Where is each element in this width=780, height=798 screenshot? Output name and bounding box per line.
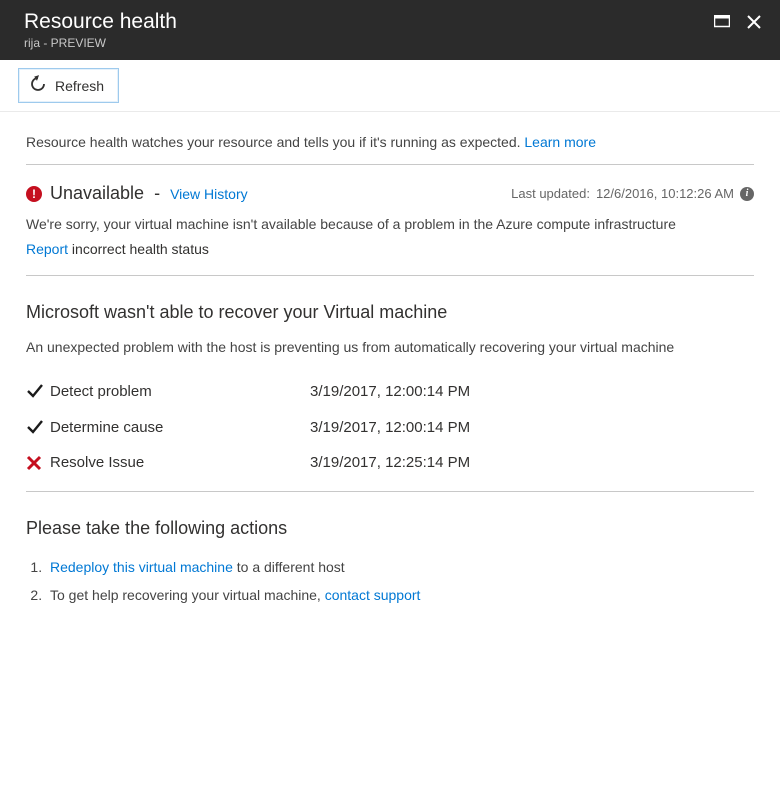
step-label: Detect problem: [50, 383, 310, 400]
page-subtitle: rija - PREVIEW: [24, 36, 177, 50]
alert-icon: !: [26, 186, 42, 202]
action-link[interactable]: Redeploy this virtual machine: [50, 559, 233, 575]
info-icon[interactable]: i: [740, 187, 754, 201]
recovery-step: Determine cause3/19/2017, 12:00:14 PM: [26, 418, 754, 436]
refresh-button[interactable]: Refresh: [18, 68, 119, 103]
actions-title: Please take the following actions: [26, 518, 754, 539]
toolbar: Refresh: [0, 60, 780, 112]
close-icon[interactable]: [746, 14, 762, 33]
check-icon: [26, 382, 50, 400]
step-timestamp: 3/19/2017, 12:00:14 PM: [310, 383, 470, 400]
report-link[interactable]: Report: [26, 241, 68, 257]
refresh-label: Refresh: [55, 78, 104, 94]
restore-window-icon[interactable]: [714, 15, 730, 32]
check-icon: [26, 418, 50, 436]
intro-text: Resource health watches your resource an…: [26, 128, 754, 164]
recovery-step: Detect problem3/19/2017, 12:00:14 PM: [26, 382, 754, 400]
action-item: To get help recovering your virtual mach…: [46, 581, 754, 609]
report-line: Report incorrect health status: [26, 241, 754, 257]
step-timestamp: 3/19/2017, 12:00:14 PM: [310, 419, 470, 436]
recovery-step: Resolve Issue3/19/2017, 12:25:14 PM: [26, 454, 754, 471]
last-updated-value: 12/6/2016, 10:12:26 AM: [596, 186, 734, 201]
blade-header: Resource health rija - PREVIEW: [0, 0, 780, 60]
recovery-description: An unexpected problem with the host is p…: [26, 337, 754, 358]
cross-icon: [26, 455, 50, 471]
page-title: Resource health: [24, 10, 177, 34]
action-item: Redeploy this virtual machine to a diffe…: [46, 553, 754, 581]
step-label: Resolve Issue: [50, 454, 310, 471]
status-state: Unavailable: [50, 183, 144, 204]
step-timestamp: 3/19/2017, 12:25:14 PM: [310, 454, 470, 471]
refresh-icon: [29, 75, 47, 96]
last-updated-label: Last updated:: [511, 186, 590, 201]
learn-more-link[interactable]: Learn more: [524, 134, 596, 150]
recovery-title: Microsoft wasn't able to recover your Vi…: [26, 302, 754, 323]
step-label: Determine cause: [50, 419, 310, 436]
action-link[interactable]: contact support: [325, 587, 421, 603]
status-description: We're sorry, your virtual machine isn't …: [26, 214, 754, 235]
view-history-link[interactable]: View History: [170, 186, 248, 202]
